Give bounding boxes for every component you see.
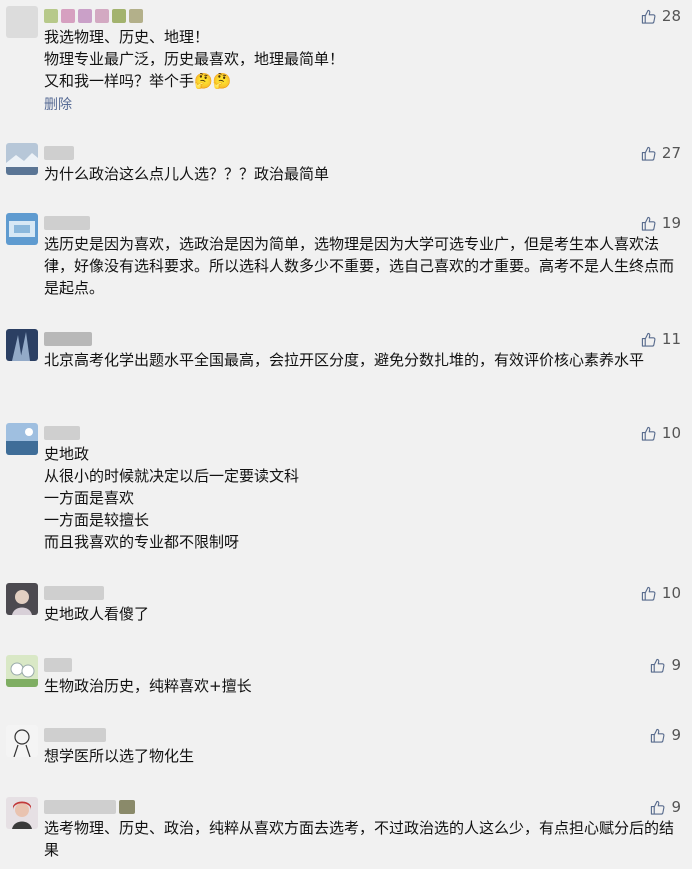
nickname[interactable] <box>44 727 106 743</box>
avatar[interactable] <box>6 213 38 245</box>
comment-text: 史地政人看傻了 <box>44 605 150 623</box>
thumbs-up-icon <box>641 586 656 601</box>
comment-text: 想学医所以选了物化生 <box>44 747 195 765</box>
like-count: 10 <box>661 584 681 602</box>
nickname[interactable] <box>44 799 135 815</box>
avatar[interactable] <box>6 655 38 687</box>
nickname[interactable] <box>44 585 104 601</box>
comment-text: 为什么政治这么点儿人选？？？政治最简单 <box>44 165 330 183</box>
like-count: 9 <box>671 726 681 744</box>
avatar[interactable] <box>6 423 38 455</box>
nickname[interactable] <box>44 657 72 673</box>
avatar[interactable] <box>6 583 38 615</box>
like-button[interactable]: 10 <box>641 424 681 442</box>
thumbs-up-icon <box>641 146 656 161</box>
like-button[interactable]: 27 <box>641 144 681 162</box>
avatar[interactable] <box>6 6 38 38</box>
like-button[interactable]: 9 <box>650 656 681 674</box>
avatar[interactable] <box>6 797 38 829</box>
comment-text: 生物政治历史，纯粹喜欢+擅长 <box>44 677 252 695</box>
like-count: 28 <box>661 7 681 25</box>
avatar[interactable] <box>6 329 38 361</box>
nickname[interactable] <box>44 145 74 161</box>
like-count: 27 <box>661 144 681 162</box>
like-button[interactable]: 11 <box>641 330 681 348</box>
like-button[interactable]: 9 <box>650 798 681 816</box>
thumbs-up-icon <box>641 426 656 441</box>
thumbs-up-icon <box>641 216 656 231</box>
thumbs-up-icon <box>641 9 656 24</box>
comment-text: 我选物理、历史、地理！ 物理专业最广泛，历史最喜欢，地理最简单！ 又和我一样吗？… <box>44 28 345 90</box>
avatar[interactable] <box>6 725 38 757</box>
like-count: 9 <box>671 798 681 816</box>
delete-link[interactable]: 删除 <box>44 94 72 114</box>
nickname[interactable] <box>44 215 90 231</box>
nickname[interactable] <box>44 8 143 24</box>
like-count: 19 <box>661 214 681 232</box>
nickname[interactable] <box>44 331 92 347</box>
avatar[interactable] <box>6 143 38 175</box>
comment-text: 选考物理、历史、政治，纯粹从喜欢方面去选考，不过政治选的人这么少，有点担心赋分后… <box>44 819 675 859</box>
comment-list: 28 我选物理、历史、地理！ 物理专业最广泛，历史最喜欢，地理最简单！ 又和我一… <box>0 0 692 869</box>
like-button[interactable]: 9 <box>650 726 681 744</box>
like-count: 10 <box>661 424 681 442</box>
nickname[interactable] <box>44 425 80 441</box>
like-button[interactable]: 10 <box>641 584 681 602</box>
like-button[interactable]: 19 <box>641 214 681 232</box>
like-count: 11 <box>661 330 681 348</box>
thumbs-up-icon <box>651 658 665 673</box>
comment-text: 北京高考化学出题水平全国最高，会拉开区分度，避免分数扎堆的，有效评价核心素养水平 <box>44 351 645 369</box>
comment-text: 选历史是因为喜欢，选政治是因为简单，选物理是因为大学可选专业广，但是考生本人喜欢… <box>44 235 675 297</box>
thumbs-up-icon <box>651 728 665 743</box>
thumbs-up-icon <box>651 800 665 815</box>
thumbs-up-icon <box>641 332 656 347</box>
comment-text: 史地政 从很小的时候就决定以后一定要读文科 一方面是喜欢 一方面是较擅长 而且我… <box>44 445 300 551</box>
like-button[interactable]: 28 <box>641 7 681 25</box>
like-count: 9 <box>671 656 681 674</box>
